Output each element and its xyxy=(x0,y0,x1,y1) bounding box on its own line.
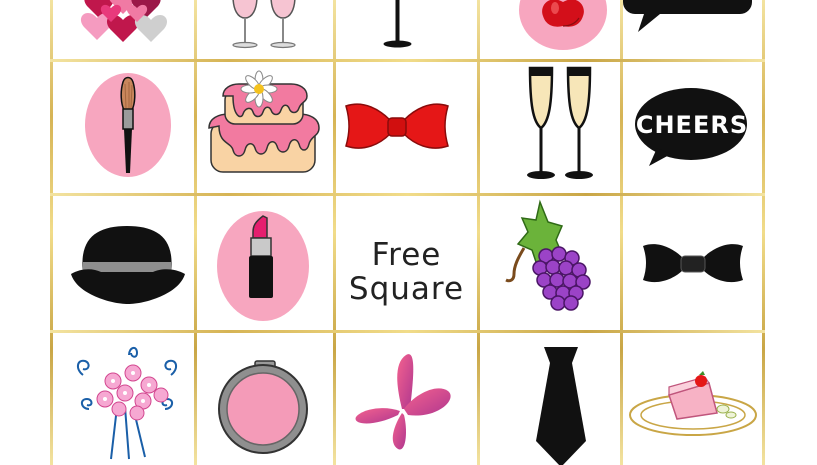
wine-glasses-icon xyxy=(232,0,296,49)
cell-cake xyxy=(197,62,333,193)
daisy-icon xyxy=(240,70,278,108)
martini-glass-icon xyxy=(383,0,412,48)
speech-bubble-icon xyxy=(623,0,752,32)
butterfly-icon xyxy=(355,354,451,450)
cake-icon xyxy=(208,70,320,173)
bingo-card: CHEERS Free Square xyxy=(0,0,817,465)
bowler-hat-icon xyxy=(71,226,185,304)
grapes-icon xyxy=(505,199,591,311)
cell-cake-slice xyxy=(623,333,762,465)
cell-cheers-bubble: CHEERS xyxy=(623,62,762,193)
cell-butterfly xyxy=(336,333,477,465)
apple-icon xyxy=(519,0,607,50)
free-square-label: Free Square xyxy=(336,238,477,306)
cell-black-bow-tie xyxy=(623,196,762,330)
cell-lipstick xyxy=(197,196,333,330)
cell-red-bow-tie xyxy=(336,62,477,193)
black-bow-tie-icon xyxy=(643,244,743,283)
cell-champagne-flutes xyxy=(480,62,620,193)
cell-martini-glass xyxy=(336,0,477,59)
cell-compact-mirror xyxy=(197,333,333,465)
cell-bowler-hat xyxy=(53,196,194,330)
cell-speech-bubble xyxy=(623,0,762,59)
makeup-brush-icon xyxy=(85,73,171,177)
free-text: Free xyxy=(371,237,442,273)
cheers-bubble-icon: CHEERS xyxy=(635,88,748,166)
hearts-icon xyxy=(80,0,168,43)
cell-grapes xyxy=(480,196,620,330)
cell-wine-glasses xyxy=(197,0,333,59)
cell-necktie xyxy=(480,333,620,465)
cell-bouquet xyxy=(53,333,194,465)
square-text: Square xyxy=(348,271,465,307)
necktie-icon xyxy=(536,347,586,465)
cell-apple xyxy=(480,0,620,59)
cell-makeup-brush xyxy=(53,62,194,193)
bouquet-icon xyxy=(77,347,177,460)
lipstick-icon xyxy=(217,211,309,321)
cell-hearts xyxy=(53,0,194,59)
cell-free-square: Free Square xyxy=(336,196,477,330)
grid-line xyxy=(762,0,765,465)
compact-mirror-icon xyxy=(218,360,308,454)
cheers-text: CHEERS xyxy=(636,111,748,139)
cake-slice-icon xyxy=(629,371,757,436)
champagne-flutes-icon xyxy=(527,66,593,179)
red-bow-tie-icon xyxy=(345,103,449,149)
